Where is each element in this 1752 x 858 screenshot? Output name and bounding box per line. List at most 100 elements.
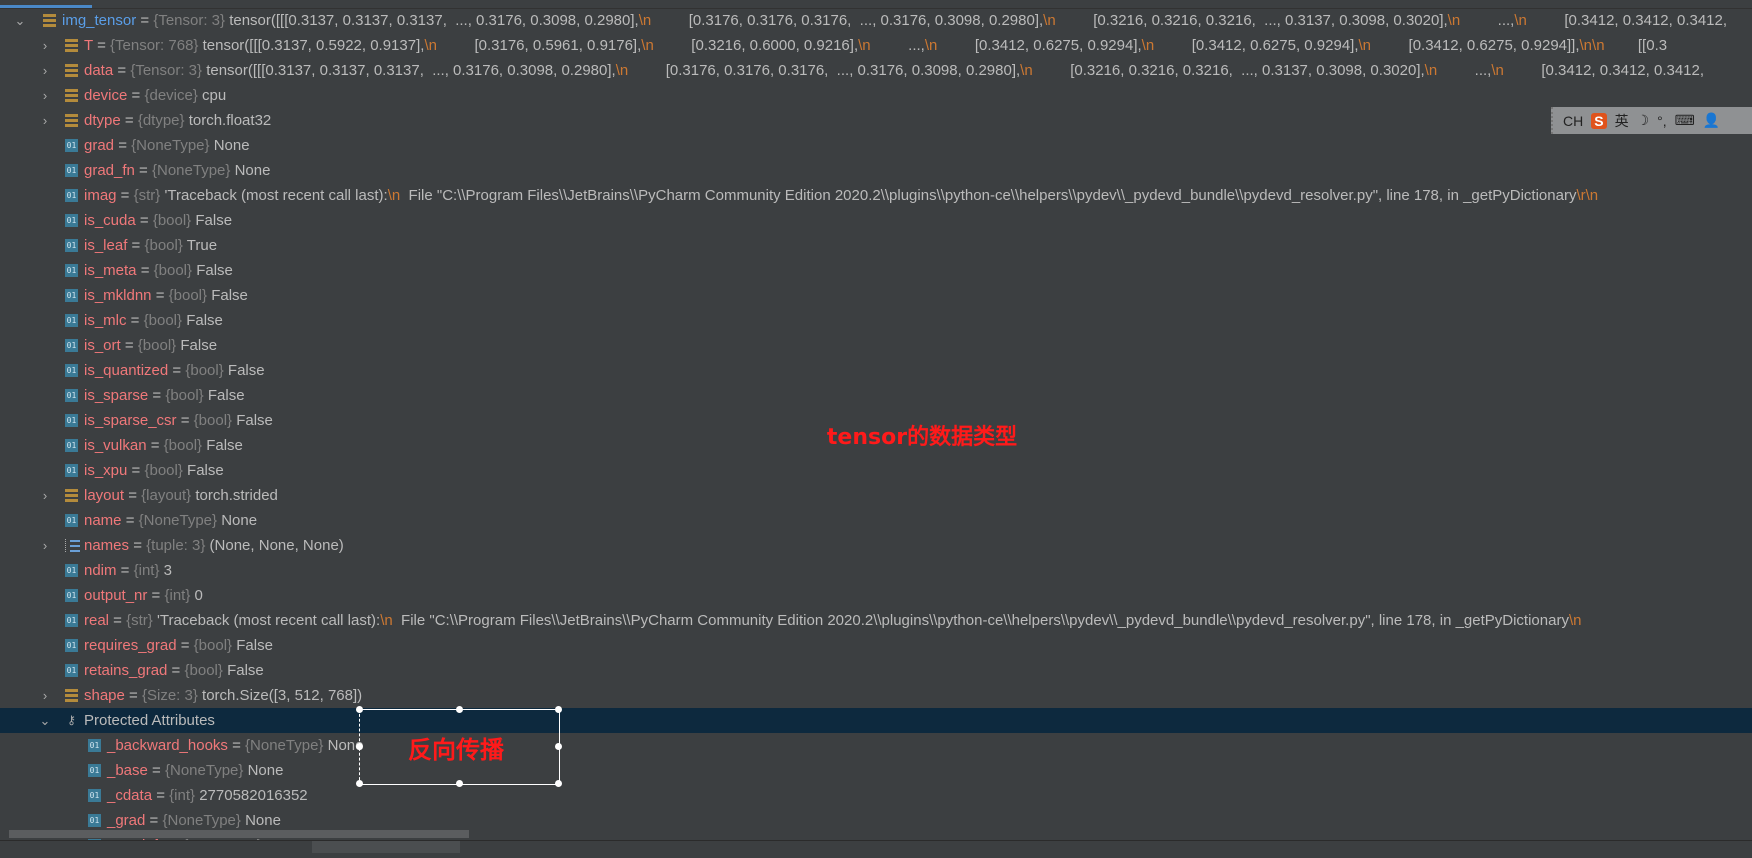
variable-type: {bool}: [184, 662, 223, 679]
tree-row[interactable]: 01 is_ort = {bool} False: [0, 333, 1752, 358]
tuple-icon: [65, 539, 80, 552]
variable-value: 'Traceback (most recent call last):\n Fi…: [164, 187, 1599, 204]
punctuation-icon[interactable]: °,: [1657, 113, 1667, 129]
resize-handle[interactable]: [455, 706, 463, 713]
resize-handle[interactable]: [555, 706, 562, 713]
variable-value: False: [236, 412, 273, 429]
tree-row[interactable]: 01 is_sparse = {bool} False: [0, 383, 1752, 408]
resize-handle[interactable]: [356, 743, 363, 750]
tree-row[interactable]: 01 is_xpu = {bool} False: [0, 458, 1752, 483]
resize-handle[interactable]: [555, 743, 562, 750]
variable-value: 0: [194, 587, 203, 604]
variable-type: {bool}: [193, 412, 233, 429]
primitive-value-icon: 01: [88, 764, 101, 777]
tree-row[interactable]: 01 grad_fn = {NoneType} None: [0, 158, 1752, 183]
chevron-right-icon[interactable]: ›: [39, 683, 51, 708]
tree-row[interactable]: 01 real = {str} 'Traceback (most recent c…: [0, 608, 1752, 633]
tree-row[interactable]: › dtype = {dtype} torch.float32: [0, 108, 1752, 133]
tree-row[interactable]: ⌄ ⚷ Protected Attributes: [0, 708, 1752, 733]
tree-row[interactable]: 01 grad = {NoneType} None: [0, 133, 1752, 158]
variable-value: False: [187, 462, 224, 479]
tree-row[interactable]: 01 is_quantized = {bool} False: [0, 358, 1752, 383]
tree-row[interactable]: 01 is_mlc = {bool} False: [0, 308, 1752, 333]
resize-handle[interactable]: [356, 780, 363, 787]
resize-handle[interactable]: [555, 780, 562, 787]
primitive-value-icon: 01: [65, 389, 78, 402]
annotation-dtype-note: tensor的数据类型: [826, 425, 1018, 450]
variable-value: torch.float32: [188, 112, 272, 129]
moon-icon[interactable]: ☽: [1637, 112, 1650, 129]
tree-row[interactable]: › device = {device} cpu: [0, 83, 1752, 108]
ime-mode[interactable]: 英: [1615, 111, 1629, 131]
ime-lang[interactable]: CH: [1563, 113, 1583, 129]
key-icon: ⚷: [67, 713, 76, 727]
bottom-tab-active[interactable]: [312, 841, 460, 853]
variable-type: {tuple: 3}: [146, 537, 206, 554]
tree-row[interactable]: 01 is_meta = {bool} False: [0, 258, 1752, 283]
variable-value: None: [213, 137, 250, 154]
variable-name: device: [84, 87, 128, 104]
chevron-right-icon[interactable]: ›: [39, 483, 51, 508]
tree-row[interactable]: › shape = {Size: 3} torch.Size([3, 512, 7…: [0, 683, 1752, 708]
tree-row[interactable]: 01 is_cuda = {bool} False: [0, 208, 1752, 233]
variable-type: {bool}: [144, 237, 183, 254]
tree-row[interactable]: › names = {tuple: 3} (None, None, None): [0, 533, 1752, 558]
tree-row[interactable]: › layout = {layout} torch.strided: [0, 483, 1752, 508]
tree-row[interactable]: ⌄ img_tensor = {Tensor: 3} tensor([[[0.31…: [0, 8, 1752, 33]
variable-name: is_cuda: [84, 212, 136, 229]
tree-row[interactable]: 01 ndim = {int} 3: [0, 558, 1752, 583]
primitive-value-icon: 01: [88, 739, 101, 752]
resize-handle[interactable]: [356, 706, 363, 713]
variable-name: data: [84, 62, 114, 79]
ime-toolbar[interactable]: CH S 英 ☽ °, ⌨ 👤: [1551, 107, 1752, 134]
variable-name: is_mlc: [84, 312, 127, 329]
variable-name: is_xpu: [84, 462, 128, 479]
variable-name: _cdata: [107, 787, 153, 804]
variable-type: {layout}: [141, 487, 192, 504]
primitive-value-icon: 01: [88, 814, 101, 827]
tree-row[interactable]: › T = {Tensor: 768} tensor([[[0.3137, 0.5…: [0, 33, 1752, 58]
tree-row[interactable]: 01 is_leaf = {bool} True: [0, 233, 1752, 258]
variable-type: {int}: [164, 587, 191, 604]
variable-value: torch.Size([3, 512, 768]): [202, 687, 363, 704]
primitive-value-icon: 01: [65, 589, 78, 602]
variable-name: is_mkldnn: [84, 287, 152, 304]
tree-row[interactable]: 01 _base = {NoneType} None: [0, 758, 1752, 783]
chevron-right-icon[interactable]: ›: [39, 33, 51, 58]
tree-row[interactable]: 01 imag = {str} 'Traceback (most recent c…: [0, 183, 1752, 208]
variable-value: False: [186, 312, 223, 329]
variable-type: {int}: [133, 562, 160, 579]
tree-row[interactable]: 01 is_mkldnn = {bool} False: [0, 283, 1752, 308]
primitive-value-icon: 01: [65, 289, 78, 302]
primitive-value-icon: 01: [65, 164, 78, 177]
chevron-right-icon[interactable]: ›: [39, 58, 51, 83]
variable-type: {str}: [133, 187, 161, 204]
horizontal-scrollbar[interactable]: [9, 830, 469, 838]
chevron-right-icon[interactable]: ›: [39, 533, 51, 558]
tree-row[interactable]: 01 requires_grad = {bool} False: [0, 633, 1752, 658]
variable-name: is_sparse: [84, 387, 149, 404]
sogou-logo-icon[interactable]: S: [1591, 112, 1607, 129]
chevron-down-icon[interactable]: ⌄: [39, 708, 51, 733]
variable-name: T: [84, 37, 93, 54]
variable-value: False: [180, 337, 218, 354]
tree-row[interactable]: 01 output_nr = {int} 0: [0, 583, 1752, 608]
tree-row[interactable]: 01 _backward_hooks = {NoneType} None: [0, 733, 1752, 758]
chevron-right-icon[interactable]: ›: [39, 108, 51, 133]
keyboard-icon[interactable]: ⌨: [1675, 112, 1695, 129]
variable-value: False: [207, 387, 245, 404]
variable-type: {Tensor: 768}: [110, 37, 199, 54]
user-icon[interactable]: 👤: [1703, 112, 1720, 129]
chevron-down-icon[interactable]: ⌄: [14, 8, 26, 33]
tree-row[interactable]: 01 _cdata = {int} 2770582016352: [0, 783, 1752, 808]
primitive-value-icon: 01: [65, 614, 78, 627]
variable-value: tensor([[[0.3137, 0.3137, 0.3137, ..., 0…: [229, 12, 1728, 29]
variable-value: 3: [163, 562, 173, 579]
tree-row[interactable]: 01 name = {NoneType} None: [0, 508, 1752, 533]
tree-row[interactable]: › data = {Tensor: 3} tensor([[[0.3137, 0.…: [0, 58, 1752, 83]
resize-handle[interactable]: [455, 780, 463, 787]
tree-row[interactable]: 01 retains_grad = {bool} False: [0, 658, 1752, 683]
variable-type: {Tensor: 3}: [153, 12, 226, 29]
variable-name: names: [84, 537, 130, 554]
chevron-right-icon[interactable]: ›: [39, 83, 51, 108]
